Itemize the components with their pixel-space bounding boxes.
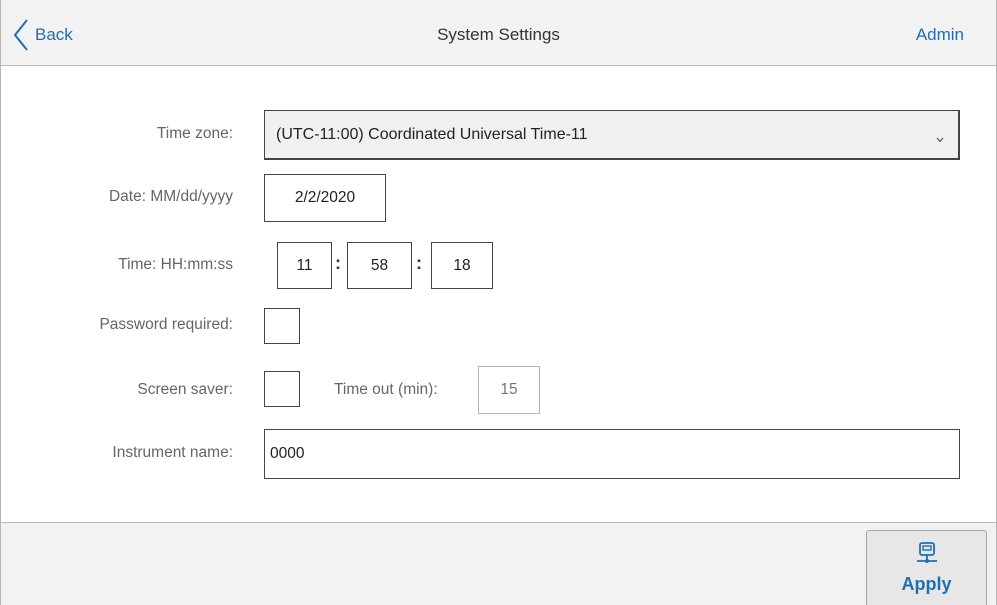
time-separator: :: [335, 253, 341, 273]
header-bar: Back System Settings Admin: [1, 0, 996, 66]
apply-button[interactable]: Apply: [866, 530, 987, 605]
time-minutes-input[interactable]: 58: [347, 242, 412, 289]
instrument-name-label: Instrument name:: [112, 444, 233, 461]
apply-label: Apply: [901, 574, 952, 594]
password-required-label: Password required:: [99, 316, 233, 333]
time-zone-label: Time zone:: [156, 125, 233, 142]
screen-saver-label: Screen saver:: [137, 381, 233, 398]
instrument-name-input[interactable]: 0000: [264, 429, 960, 479]
time-zone-select[interactable]: (UTC-11:00) Coordinated Universal Time-1…: [264, 110, 960, 160]
date-input[interactable]: 2/2/2020: [264, 174, 386, 222]
time-seconds-input[interactable]: 18: [431, 242, 493, 289]
time-hours-input[interactable]: 11: [277, 242, 332, 289]
user-menu-button[interactable]: Admin: [916, 25, 964, 45]
page-title: System Settings: [437, 25, 560, 44]
network-apply-icon: [916, 531, 938, 571]
timeout-input[interactable]: 15: [478, 366, 540, 414]
footer-bar: [1, 522, 996, 605]
system-settings-window: Back System Settings Admin Time zone: (U…: [0, 0, 997, 605]
timeout-label: Time out (min):: [334, 381, 438, 398]
time-zone-value: (UTC-11:00) Coordinated Universal Time-1…: [276, 125, 588, 143]
date-label: Date: MM/dd/yyyy: [108, 188, 233, 205]
screen-saver-checkbox[interactable]: [264, 371, 300, 407]
chevron-down-icon: [936, 130, 944, 148]
time-separator: :: [416, 253, 422, 273]
password-required-checkbox[interactable]: [264, 308, 300, 344]
time-label: Time: HH:mm:ss: [118, 256, 233, 273]
